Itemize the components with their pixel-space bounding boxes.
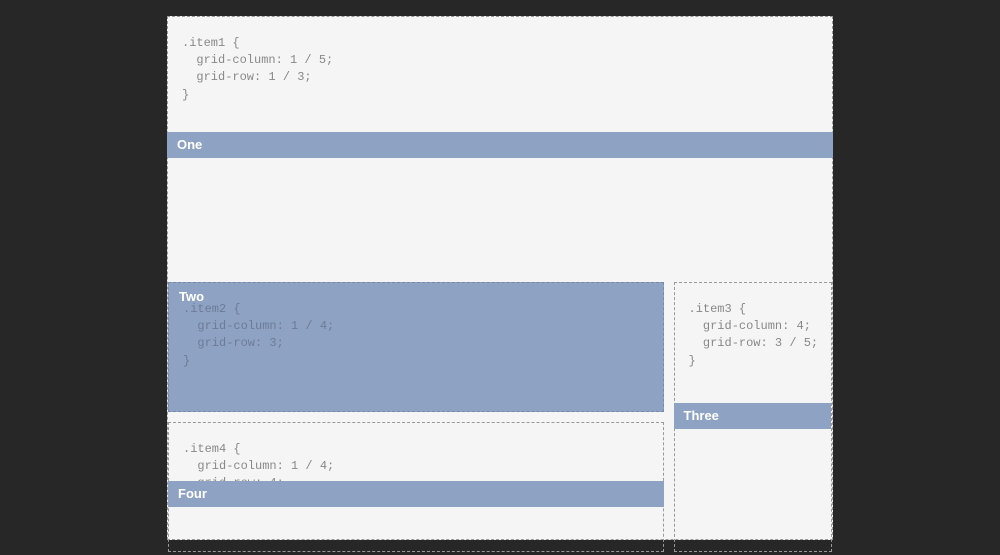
label-four: Four xyxy=(178,486,207,501)
label-three: Three xyxy=(684,408,719,423)
label-bar-four: Four xyxy=(168,481,664,507)
grid-item-three: .item3 { grid-column: 4; grid-row: 3 / 5… xyxy=(674,282,833,552)
grid-example-page: .item1 { grid-column: 1 / 5; grid-row: 1… xyxy=(167,16,833,540)
label-bar-three: Three xyxy=(674,403,832,429)
grid-item-one: .item1 { grid-column: 1 / 5; grid-row: 1… xyxy=(168,17,832,272)
grid-item-four: .item4 { grid-column: 1 / 4; grid-row: 4… xyxy=(168,422,664,552)
label-bar-one: One xyxy=(167,132,833,158)
code-item2: .item2 { grid-column: 1 / 4; grid-row: 3… xyxy=(169,283,663,381)
label-one: One xyxy=(177,137,202,152)
code-item3: .item3 { grid-column: 4; grid-row: 3 / 5… xyxy=(675,283,832,381)
grid-item-two: Two .item2 { grid-column: 1 / 4; grid-ro… xyxy=(168,282,664,412)
code-item1: .item1 { grid-column: 1 / 5; grid-row: 1… xyxy=(168,17,832,115)
